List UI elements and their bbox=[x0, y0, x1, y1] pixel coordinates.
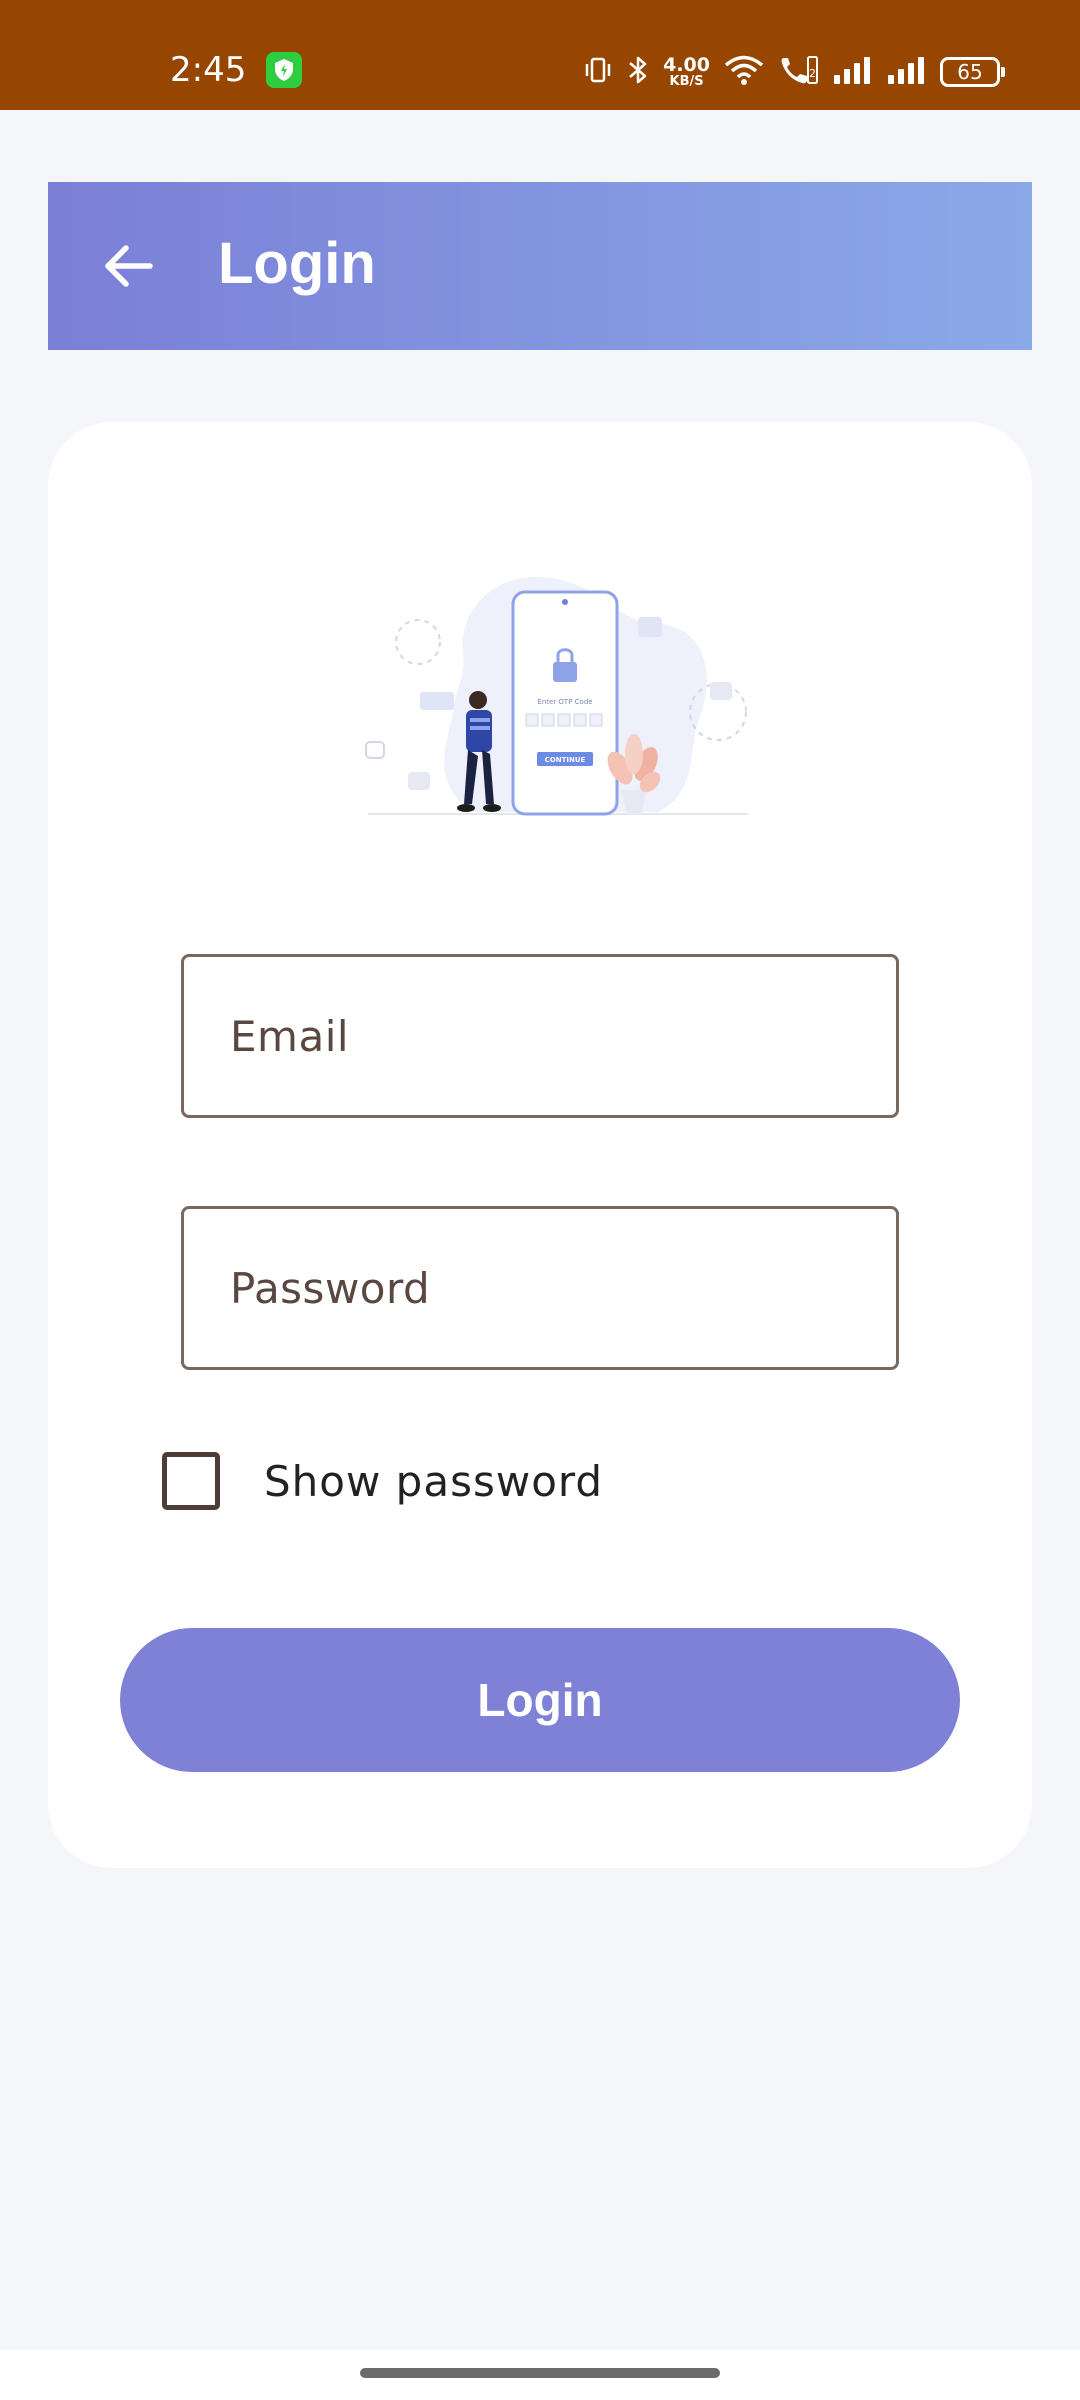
otp-title-text: Enter OTP Code bbox=[537, 698, 592, 706]
status-time: 2:45 bbox=[170, 50, 247, 90]
wifi-calling-icon: 2 bbox=[778, 54, 818, 91]
network-speed-value: 4.00 bbox=[663, 54, 710, 76]
battery-icon: 65 bbox=[940, 57, 1005, 87]
password-field[interactable] bbox=[181, 1206, 899, 1370]
battery-level: 65 bbox=[957, 60, 983, 84]
navigation-bar bbox=[0, 2350, 1080, 2400]
email-field[interactable] bbox=[181, 954, 899, 1118]
signal-strength-1-icon bbox=[832, 55, 872, 90]
security-shield-icon bbox=[266, 52, 302, 88]
otp-login-illustration: Enter OTP Code CONTINUE bbox=[358, 542, 758, 862]
page-title: Login bbox=[218, 231, 376, 296]
login-button[interactable]: Login bbox=[120, 1628, 960, 1772]
home-indicator[interactable] bbox=[360, 2368, 720, 2378]
show-password-checkbox[interactable] bbox=[162, 1452, 220, 1510]
wifi-icon bbox=[724, 54, 764, 91]
continue-text: CONTINUE bbox=[545, 756, 586, 764]
network-speed: 4.00 KB/S bbox=[663, 54, 710, 89]
vibrate-icon bbox=[583, 55, 613, 90]
arrow-left-icon bbox=[105, 245, 153, 287]
network-speed-unit: KB/S bbox=[669, 74, 704, 89]
login-card: Enter OTP Code CONTINUE Email Show passw… bbox=[48, 422, 1032, 1868]
show-password-label: Show password bbox=[264, 1456, 604, 1506]
back-button[interactable] bbox=[88, 226, 168, 306]
svg-text:2: 2 bbox=[809, 67, 816, 80]
show-password-toggle[interactable]: Show password bbox=[162, 1452, 603, 1510]
status-icons: 4.00 KB/S 2 65 bbox=[583, 52, 1005, 92]
app-bar: Login bbox=[48, 182, 1032, 350]
signal-strength-2-icon bbox=[886, 55, 926, 90]
status-bar: 2:45 4.00 KB/S 2 65 bbox=[0, 0, 1080, 110]
bluetooth-icon bbox=[627, 54, 649, 91]
